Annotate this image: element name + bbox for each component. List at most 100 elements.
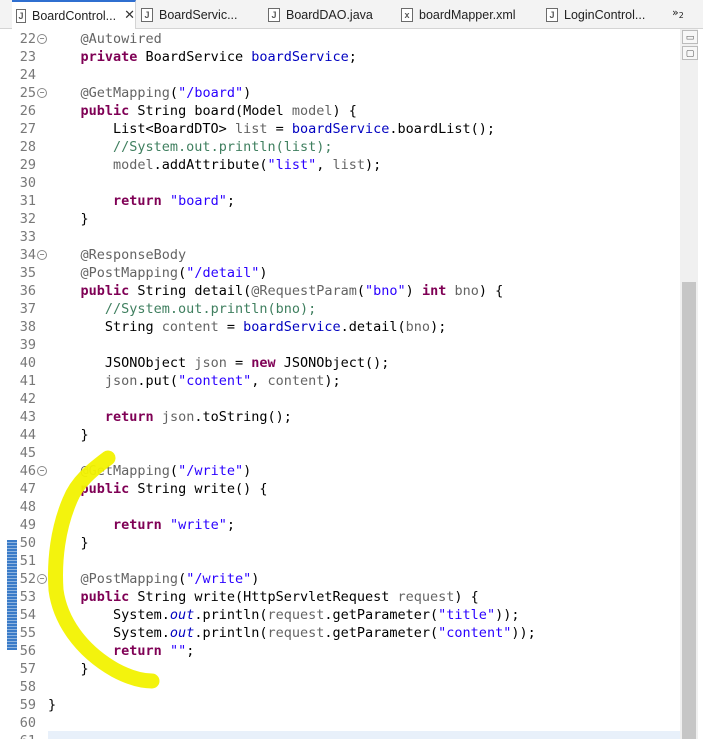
code-line[interactable]: 52− @PostMapping("/write") xyxy=(0,570,678,588)
code-token: model xyxy=(113,157,154,173)
line-number: 32 xyxy=(19,211,36,227)
code-line[interactable]: 58 xyxy=(0,678,678,696)
maximize-editor-icon[interactable]: ▢ xyxy=(682,46,698,60)
code-line[interactable]: 38 String content = boardService.detail(… xyxy=(0,318,678,336)
code-text: System.out.println(request.getParameter(… xyxy=(48,624,536,642)
code-token: String xyxy=(48,319,162,335)
code-token: } xyxy=(48,427,89,443)
tab-overflow-button[interactable]: »2 xyxy=(672,6,684,20)
line-number: 39 xyxy=(19,337,36,353)
code-line[interactable]: 46− @GetMapping("/write") xyxy=(0,462,678,480)
code-text: @PostMapping("/detail") xyxy=(48,264,268,282)
code-text: return "board"; xyxy=(48,192,235,210)
code-line[interactable]: 25− @GetMapping("/board") xyxy=(0,84,678,102)
tab-label: BoardDAO.java xyxy=(286,7,373,22)
code-line[interactable]: 59} xyxy=(0,696,678,714)
close-tab-icon[interactable]: ✕ xyxy=(124,8,135,23)
code-line[interactable]: 34− @ResponseBody xyxy=(0,246,678,264)
code-line[interactable]: 53 public String write(HttpServletReques… xyxy=(0,588,678,606)
code-token: ( xyxy=(356,283,366,299)
code-line[interactable]: 42 xyxy=(0,390,678,408)
code-text: } xyxy=(48,426,89,444)
code-token: request xyxy=(397,589,455,605)
code-line[interactable]: 32 } xyxy=(0,210,678,228)
code-text: List<BoardDTO> list = boardService.board… xyxy=(48,120,495,138)
code-token: @GetMapping xyxy=(80,85,170,101)
collapse-fold-icon[interactable]: − xyxy=(37,250,47,260)
code-line[interactable]: 57 } xyxy=(0,660,678,678)
code-token: ( xyxy=(169,463,179,479)
code-line[interactable]: 41 json.put("content", content); xyxy=(0,372,678,390)
code-line[interactable]: 60 xyxy=(0,714,678,732)
code-token: ) { xyxy=(478,283,504,299)
minimize-editor-icon[interactable]: ▭ xyxy=(682,30,698,44)
code-line[interactable]: 37 //System.out.println(bno); xyxy=(0,300,678,318)
line-number: 57 xyxy=(19,661,36,677)
code-line[interactable]: 29 model.addAttribute("list", list); xyxy=(0,156,678,174)
code-token: ; xyxy=(226,517,235,533)
code-line[interactable]: 49 return "write"; xyxy=(0,516,678,534)
editor-tab-4[interactable]: J LoginControl... xyxy=(546,0,645,29)
collapse-fold-icon[interactable]: − xyxy=(37,88,47,98)
code-editor[interactable]: 22− @Autowired 23 private BoardService bo… xyxy=(0,29,678,739)
code-line[interactable]: 30 xyxy=(0,174,678,192)
code-token: //System.out.println(list); xyxy=(113,139,333,155)
tab-label: boardMapper.xml xyxy=(419,7,516,22)
code-line[interactable]: 23 private BoardService boardService; xyxy=(0,48,678,66)
code-line[interactable]: 47 public String write() { xyxy=(0,480,678,498)
code-token: @PostMapping xyxy=(80,571,179,587)
code-line[interactable]: 45 xyxy=(0,444,678,462)
code-line[interactable]: 35 @PostMapping("/detail") xyxy=(0,264,678,282)
line-number: 45 xyxy=(19,445,36,461)
overflow-count: 2 xyxy=(678,11,684,20)
editor-tab-1[interactable]: J BoardServic... xyxy=(141,0,238,29)
code-line[interactable]: 26 public String board(Model model) { xyxy=(0,102,678,120)
code-token: json xyxy=(104,373,138,389)
code-line[interactable]: 55 System.out.println(request.getParamet… xyxy=(0,624,678,642)
line-number: 58 xyxy=(19,679,36,695)
java-file-icon: J xyxy=(16,8,27,23)
collapse-fold-icon[interactable]: − xyxy=(37,466,47,476)
vertical-scrollbar[interactable] xyxy=(680,29,698,739)
code-line[interactable]: 54 System.out.println(request.getParamet… xyxy=(0,606,678,624)
editor-tab-2[interactable]: J BoardDAO.java xyxy=(268,0,373,29)
scrollbar-thumb[interactable] xyxy=(682,282,696,739)
code-token: return xyxy=(113,193,162,209)
code-line[interactable]: 51 xyxy=(0,552,678,570)
code-line[interactable]: 31 return "board"; xyxy=(0,192,678,210)
code-token: ( xyxy=(178,571,187,587)
code-line[interactable]: 40 JSONObject json = new JSONObject(); xyxy=(0,354,678,372)
code-line[interactable]: 22− @Autowired xyxy=(0,30,678,48)
editor-tab-0[interactable]: J BoardControl... ✕ xyxy=(12,0,136,29)
code-text: @PostMapping("/write") xyxy=(48,570,260,588)
code-token: "bno" xyxy=(365,283,406,299)
line-number: 54 xyxy=(19,607,36,623)
code-line[interactable]: 27 List<BoardDTO> list = boardService.bo… xyxy=(0,120,678,138)
code-token: //System.out.println(bno); xyxy=(104,301,317,317)
tab-label: LoginControl... xyxy=(564,7,646,22)
code-token: .toString(); xyxy=(194,409,292,425)
collapse-fold-icon[interactable]: − xyxy=(37,574,47,584)
code-text: System.out.println(request.getParameter(… xyxy=(48,606,519,624)
code-line[interactable]: 24 xyxy=(0,66,678,84)
code-line[interactable]: 50 } xyxy=(0,534,678,552)
line-number: 52 xyxy=(19,571,36,587)
code-line[interactable]: 33 xyxy=(0,228,678,246)
code-line[interactable]: 48 xyxy=(0,498,678,516)
code-token: "/write" xyxy=(178,463,244,479)
code-line[interactable]: 44 } xyxy=(0,426,678,444)
code-line[interactable]: 28 //System.out.println(list); xyxy=(0,138,678,156)
code-line[interactable]: 43 return json.toString(); xyxy=(0,408,678,426)
code-line[interactable]: 56 return ""; xyxy=(0,642,678,660)
code-line[interactable]: 39 xyxy=(0,336,678,354)
collapse-fold-icon[interactable]: − xyxy=(37,34,47,44)
code-token: System. xyxy=(48,607,170,623)
code-text: String content = boardService.detail(bno… xyxy=(48,318,446,336)
editor-tab-3[interactable]: x boardMapper.xml xyxy=(401,0,516,29)
code-line[interactable]: 36 public String detail(@RequestParam("b… xyxy=(0,282,678,300)
code-text: //System.out.println(list); xyxy=(48,138,332,156)
